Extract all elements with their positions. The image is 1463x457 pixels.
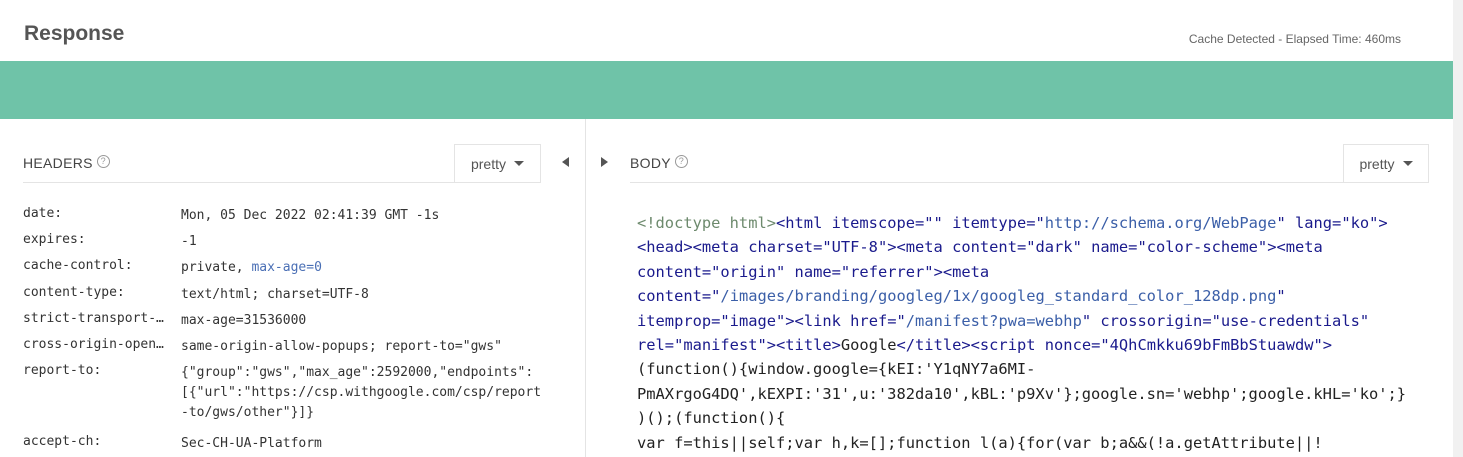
header-key: date: xyxy=(23,206,63,221)
headers-format-dropdown[interactable]: pretty xyxy=(454,144,541,182)
code-line: PmAXrgoG4DQ',kEXPI:'31',u:'382da10',kBL:… xyxy=(637,382,1429,406)
code-token: "" xyxy=(924,214,953,232)
header-key: expires: xyxy=(23,232,86,247)
code-token: content= xyxy=(637,262,712,281)
code-token: ><title> xyxy=(766,336,841,355)
caret-down-icon xyxy=(1402,161,1413,166)
body-divider xyxy=(630,182,1429,183)
code-token: nonce= xyxy=(1044,336,1101,355)
code-token: <html xyxy=(776,214,832,232)
headers-format-value: pretty xyxy=(470,155,506,172)
header-key: report-to: xyxy=(23,363,102,378)
body-label: BODY xyxy=(630,155,671,171)
code-token: crossorigin= xyxy=(1100,311,1212,330)
code-token: </title><script xyxy=(896,336,1045,355)
question-circle-icon[interactable]: ? xyxy=(96,155,110,168)
code-token: href= xyxy=(850,311,897,330)
page-scrollbar[interactable] xyxy=(1453,0,1463,457)
caret-down-icon xyxy=(514,161,524,166)
code-token: ><meta xyxy=(887,238,953,257)
code-token: Google xyxy=(840,336,897,355)
headers-label: HEADERS xyxy=(23,155,93,171)
code-token: ><link xyxy=(785,311,851,330)
header-value-link[interactable]: max-age=0 xyxy=(251,260,321,275)
code-token: charset= xyxy=(748,238,823,257)
body-format-dropdown[interactable]: pretty xyxy=(1343,144,1429,182)
code-line: <!doctype html><html itemscope="" itemty… xyxy=(637,211,1429,235)
code-token: " xyxy=(1276,214,1295,232)
code-token: "ko"> xyxy=(1341,214,1388,232)
code-token: /images/branding/googleg/1x/googleg_stan… xyxy=(720,287,1277,306)
body-section-label: BODY? xyxy=(630,155,688,171)
header-value: max-age=31536000 xyxy=(181,313,307,328)
code-token: itemtype= xyxy=(952,214,1036,232)
header-key: strict-transport-… xyxy=(23,311,164,326)
header-key: cross-origin-open… xyxy=(23,337,164,352)
code-token: "referrer" xyxy=(840,262,934,281)
header-value: Mon, 05 Dec 2022 02:41:39 GMT -1s xyxy=(181,208,440,223)
header-value: same-origin-allow-popups; report-to="gws… xyxy=(181,339,502,354)
code-token: "origin" xyxy=(711,262,795,281)
code-token: content= xyxy=(637,287,712,306)
code-token: "color-scheme" xyxy=(1137,238,1268,257)
code-token: http://schema.org/WebPage xyxy=(1044,214,1277,232)
code-line: (function(){window.google={kEI:'Y1qNY7a6… xyxy=(637,357,1429,381)
code-token: "dark" xyxy=(1026,238,1092,257)
code-line: <head><meta charset="UTF-8"><meta conten… xyxy=(637,235,1429,259)
header-value: text/html; charset=UTF-8 xyxy=(181,287,369,302)
code-token: "4QhCmkku69bFmBbStuawdw"> xyxy=(1100,336,1333,355)
code-token: (function(){window.google={kEI:'Y1qNY7a6… xyxy=(637,360,1036,379)
question-circle-icon[interactable]: ? xyxy=(674,155,688,168)
code-token: <!doctype html> xyxy=(637,214,776,232)
code-line: content= "/images/branding/googleg/1x/goo… xyxy=(637,284,1429,308)
triangle-right-icon[interactable] xyxy=(601,157,608,167)
code-line: content="origin" name="referrer"><meta xyxy=(637,260,1429,284)
header-key: accept-ch: xyxy=(23,434,102,449)
code-token: PmAXrgoG4DQ',kEXPI:'31',u:'382da10',kBL:… xyxy=(637,384,1407,403)
header-value: {"group":"gws","max_age":2592000,"endpoi… xyxy=(181,365,542,420)
code-token: ><meta xyxy=(933,262,990,281)
code-token: "manifest" xyxy=(674,336,767,355)
code-line: )();(function(){ xyxy=(637,406,1429,430)
code-token: itemprop= xyxy=(637,311,721,330)
response-body-code[interactable]: <!doctype html><html itemscope="" itemty… xyxy=(637,211,1429,457)
code-token: )();(function(){ xyxy=(637,409,786,428)
header-value: Sec-CH-UA-Platform xyxy=(181,436,322,451)
headers-section-label: HEADERS? xyxy=(23,155,110,171)
triangle-left-icon[interactable] xyxy=(562,157,569,167)
panel-divider[interactable] xyxy=(585,119,586,457)
code-token: " xyxy=(1276,287,1286,306)
code-line: itemprop="image"><link href="/manifest?p… xyxy=(637,309,1429,333)
code-token: /manifest?pwa=webhp xyxy=(905,311,1082,330)
header-value: -1 xyxy=(181,234,197,249)
body-format-value: pretty xyxy=(1359,155,1395,172)
code-token: itemscope= xyxy=(831,214,925,232)
header-key: cache-control: xyxy=(23,258,133,273)
header-value: private, max-age=0 xyxy=(181,258,541,278)
response-header: Response Cache Detected - Elapsed Time: … xyxy=(0,0,1453,61)
code-line: var f=this||self;var h,k=[];function l(a… xyxy=(637,431,1429,455)
code-token: "UTF-8" xyxy=(822,238,888,257)
code-token: lang= xyxy=(1294,214,1342,232)
code-line: rel="manifest"><title>Google</title><scr… xyxy=(637,333,1429,357)
code-token: var f=this||self;var h,k=[];function l(a… xyxy=(637,433,1323,452)
code-token: rel= xyxy=(637,336,675,355)
status-bar: 200 xyxy=(0,61,1453,163)
page-title: Response xyxy=(24,22,125,45)
code-token: name= xyxy=(1091,238,1138,257)
headers-divider xyxy=(23,182,541,183)
code-token: "use-credentials" xyxy=(1211,311,1370,330)
header-value-text: private, xyxy=(181,260,252,275)
header-key: content-type: xyxy=(23,285,125,300)
code-token: "image" xyxy=(720,311,786,330)
code-token: " xyxy=(1081,311,1101,330)
code-token: " xyxy=(896,311,906,330)
code-token: <head><meta xyxy=(637,238,749,257)
elapsed-time-label: Cache Detected - Elapsed Time: 460ms xyxy=(1188,32,1401,46)
code-token: name= xyxy=(794,262,841,281)
code-token: content= xyxy=(952,238,1027,257)
code-token: " xyxy=(1035,214,1045,232)
code-token: ><meta xyxy=(1267,238,1323,257)
